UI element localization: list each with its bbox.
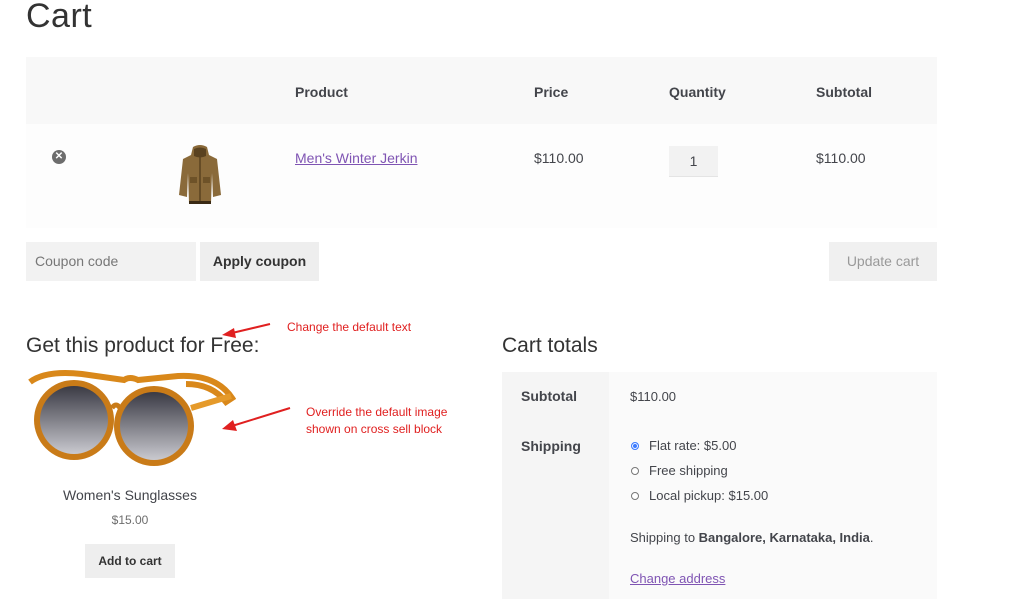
shipping-destination-location: Bangalore, Karnataka, India: [698, 530, 870, 545]
shipping-option-label[interactable]: Flat rate: $5.00: [649, 438, 736, 453]
annotation-arrow-2: [222, 407, 291, 431]
annotation-note-2-line-1: Override the default image: [306, 405, 448, 419]
shipping-option-label[interactable]: Free shipping: [649, 463, 728, 478]
shipping-destination-prefix: Shipping to: [630, 530, 699, 545]
totals-value-column: [609, 372, 937, 599]
shipping-option-label[interactable]: Local pickup: $15.00: [649, 488, 768, 503]
annotation-note-1: Change the default text: [287, 320, 412, 334]
shipping-destination: Shipping to Bangalore, Karnataka, India.: [630, 530, 874, 545]
shipping-radio-flat-rate[interactable]: [631, 442, 639, 450]
subtotal-value: $110.00: [630, 389, 677, 404]
subtotal-label: Subtotal: [521, 388, 577, 404]
change-address-link[interactable]: Change address: [630, 571, 725, 586]
shipping-label: Shipping: [521, 438, 581, 454]
shipping-radio-free-shipping[interactable]: [631, 467, 639, 475]
totals-label-column: [502, 372, 609, 599]
shipping-destination-suffix: .: [869, 530, 874, 545]
cart-totals-heading: Cart totals: [502, 334, 598, 357]
annotation-note-2-line-2: shown on cross sell block: [306, 422, 443, 436]
annotation-arrow-1: [222, 323, 271, 338]
shipping-radio-local-pickup[interactable]: [631, 492, 639, 500]
